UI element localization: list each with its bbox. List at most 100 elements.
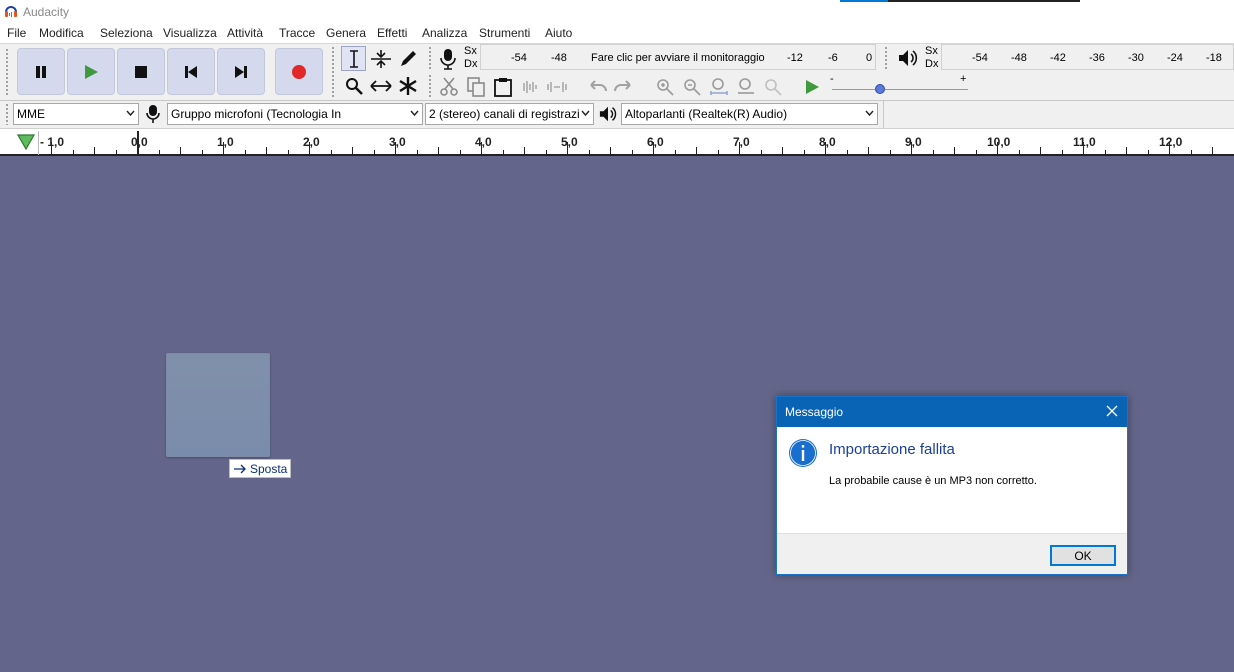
silence-audio-button[interactable]: [544, 74, 569, 99]
multi-tool[interactable]: [395, 73, 420, 98]
play-speed-slider-thumb[interactable]: [874, 84, 885, 94]
redo-icon: [613, 79, 631, 91]
play-at-speed-button[interactable]: [799, 74, 824, 99]
microphone-icon: [146, 105, 160, 123]
time-shift-tool[interactable]: [368, 73, 393, 98]
ruler-label: 6,0: [647, 135, 664, 149]
edit-toolbar-grip[interactable]: [428, 74, 432, 98]
play-meter-tick: -30: [1128, 52, 1144, 64]
play-button[interactable]: [67, 48, 115, 95]
draw-tool[interactable]: [395, 46, 420, 71]
audacity-window: Audacity File Modifica Seleziona Visuali…: [0, 0, 1234, 672]
device-toolbar-grip[interactable]: [5, 103, 9, 125]
envelope-tool[interactable]: [368, 46, 393, 71]
ruler-tick: [868, 147, 869, 154]
paste-button[interactable]: [490, 74, 515, 99]
zoom-in-button[interactable]: [652, 74, 677, 99]
record-icon: [292, 64, 306, 79]
message-dialog: Messaggio Importazione fallita La probab…: [776, 396, 1128, 575]
play-meter-tick: -18: [1206, 52, 1222, 64]
stop-button[interactable]: [117, 48, 165, 95]
dialog-title-bar[interactable]: Messaggio: [777, 397, 1127, 427]
play-meter-tick: -48: [1011, 52, 1027, 64]
trim-waveform-icon: [522, 80, 537, 93]
skip-to-end-button[interactable]: [217, 48, 265, 95]
playback-device-select[interactable]: Altoparlanti (Realtek(R) Audio): [621, 103, 878, 125]
ruler-tick: [610, 147, 611, 154]
ruler-tick: [223, 142, 224, 154]
microphone-icon[interactable]: [438, 48, 458, 70]
tools-toolbar-grip[interactable]: [331, 46, 335, 98]
ruler-tick: [718, 150, 719, 154]
speaker-icon[interactable]: [897, 48, 919, 68]
pencil-icon: [400, 50, 416, 66]
drag-preview: [166, 353, 270, 457]
audio-host-select[interactable]: MME: [13, 103, 139, 125]
zoom-in-icon: [656, 78, 674, 96]
ruler-tick: [288, 150, 289, 154]
fit-selection-icon: [709, 77, 728, 95]
zoom-toggle-button[interactable]: [760, 74, 785, 99]
menu-effetti[interactable]: Effetti: [377, 26, 407, 40]
menu-aiuto[interactable]: Aiuto: [545, 26, 572, 40]
fit-project-button[interactable]: [733, 74, 758, 99]
record-button[interactable]: [275, 48, 323, 95]
speed-plus-label: +: [960, 73, 967, 85]
ruler-tick: [632, 150, 633, 154]
undo-button[interactable]: [584, 74, 609, 99]
background-window-edge: [840, 0, 888, 2]
cut-button[interactable]: [436, 74, 461, 99]
ruler-tick: [675, 150, 676, 154]
selection-tool[interactable]: [341, 46, 366, 71]
close-icon[interactable]: [1105, 404, 1119, 418]
dialog-message: La probabile cause è un MP3 non corretto…: [829, 475, 1037, 487]
start-monitoring-hint[interactable]: Fare clic per avviare il monitoraggio: [591, 52, 765, 64]
recording-device-select[interactable]: Gruppo microfoni (Tecnologia In: [167, 103, 423, 125]
record-meter-tick: -12: [787, 52, 803, 64]
zoom-tool[interactable]: [341, 73, 366, 98]
play-meter-grip[interactable]: [884, 46, 888, 70]
play-head-triangle-icon[interactable]: [17, 134, 35, 150]
copy-button[interactable]: [463, 74, 488, 99]
ruler-label: 7,0: [733, 135, 750, 149]
redo-button[interactable]: [611, 74, 636, 99]
ruler-tick: [460, 150, 461, 154]
menu-file[interactable]: File: [7, 26, 26, 40]
dialog-footer: OK: [777, 533, 1127, 574]
transport-toolbar-grip[interactable]: [5, 48, 9, 96]
menu-genera[interactable]: Genera: [326, 26, 366, 40]
chevron-down-icon: [865, 110, 874, 117]
record-meter-grip[interactable]: [428, 46, 432, 70]
zoom-out-button[interactable]: [679, 74, 704, 99]
pause-button[interactable]: [17, 48, 65, 95]
recording-channels-select[interactable]: 2 (stereo) canali di registrazi: [425, 103, 594, 125]
fit-selection-button[interactable]: [706, 74, 731, 99]
ruler-tick: [266, 147, 267, 154]
menu-attivita[interactable]: Attività: [227, 26, 263, 40]
ruler-tick: [417, 150, 418, 154]
ruler-tick: [739, 142, 740, 154]
menu-tracce[interactable]: Tracce: [279, 26, 315, 40]
play-meter-right-label: Dx: [925, 58, 939, 70]
menu-strumenti[interactable]: Strumenti: [479, 26, 530, 40]
ok-button[interactable]: OK: [1050, 545, 1116, 566]
timeline-ruler[interactable]: - 1,0 0,0 1,0 2,0 3,0 4,0 5,0 6,0 7,0 8,…: [0, 128, 1234, 156]
play-speed-slider[interactable]: [832, 89, 968, 90]
stop-icon: [135, 65, 147, 78]
menu-analizza[interactable]: Analizza: [422, 26, 467, 40]
ruler-label: 12,0: [1159, 135, 1183, 149]
ruler-label: 11,0: [1073, 135, 1096, 149]
ruler-label: 8,0: [819, 135, 836, 149]
menu-visualizza[interactable]: Visualizza: [163, 26, 217, 40]
ruler-tick: [589, 150, 590, 154]
i-beam-icon: [349, 49, 358, 68]
record-meter-tick: -48: [551, 52, 567, 64]
audacity-logo-icon: [5, 6, 17, 17]
trim-audio-button[interactable]: [517, 74, 542, 99]
menu-modifica[interactable]: Modifica: [39, 26, 84, 40]
menu-seleziona[interactable]: Seleziona: [100, 26, 153, 40]
dialog-title: Messaggio: [785, 405, 844, 419]
double-arrow-icon: [369, 79, 392, 92]
skip-to-start-button[interactable]: [167, 48, 215, 95]
pause-icon: [36, 65, 46, 78]
